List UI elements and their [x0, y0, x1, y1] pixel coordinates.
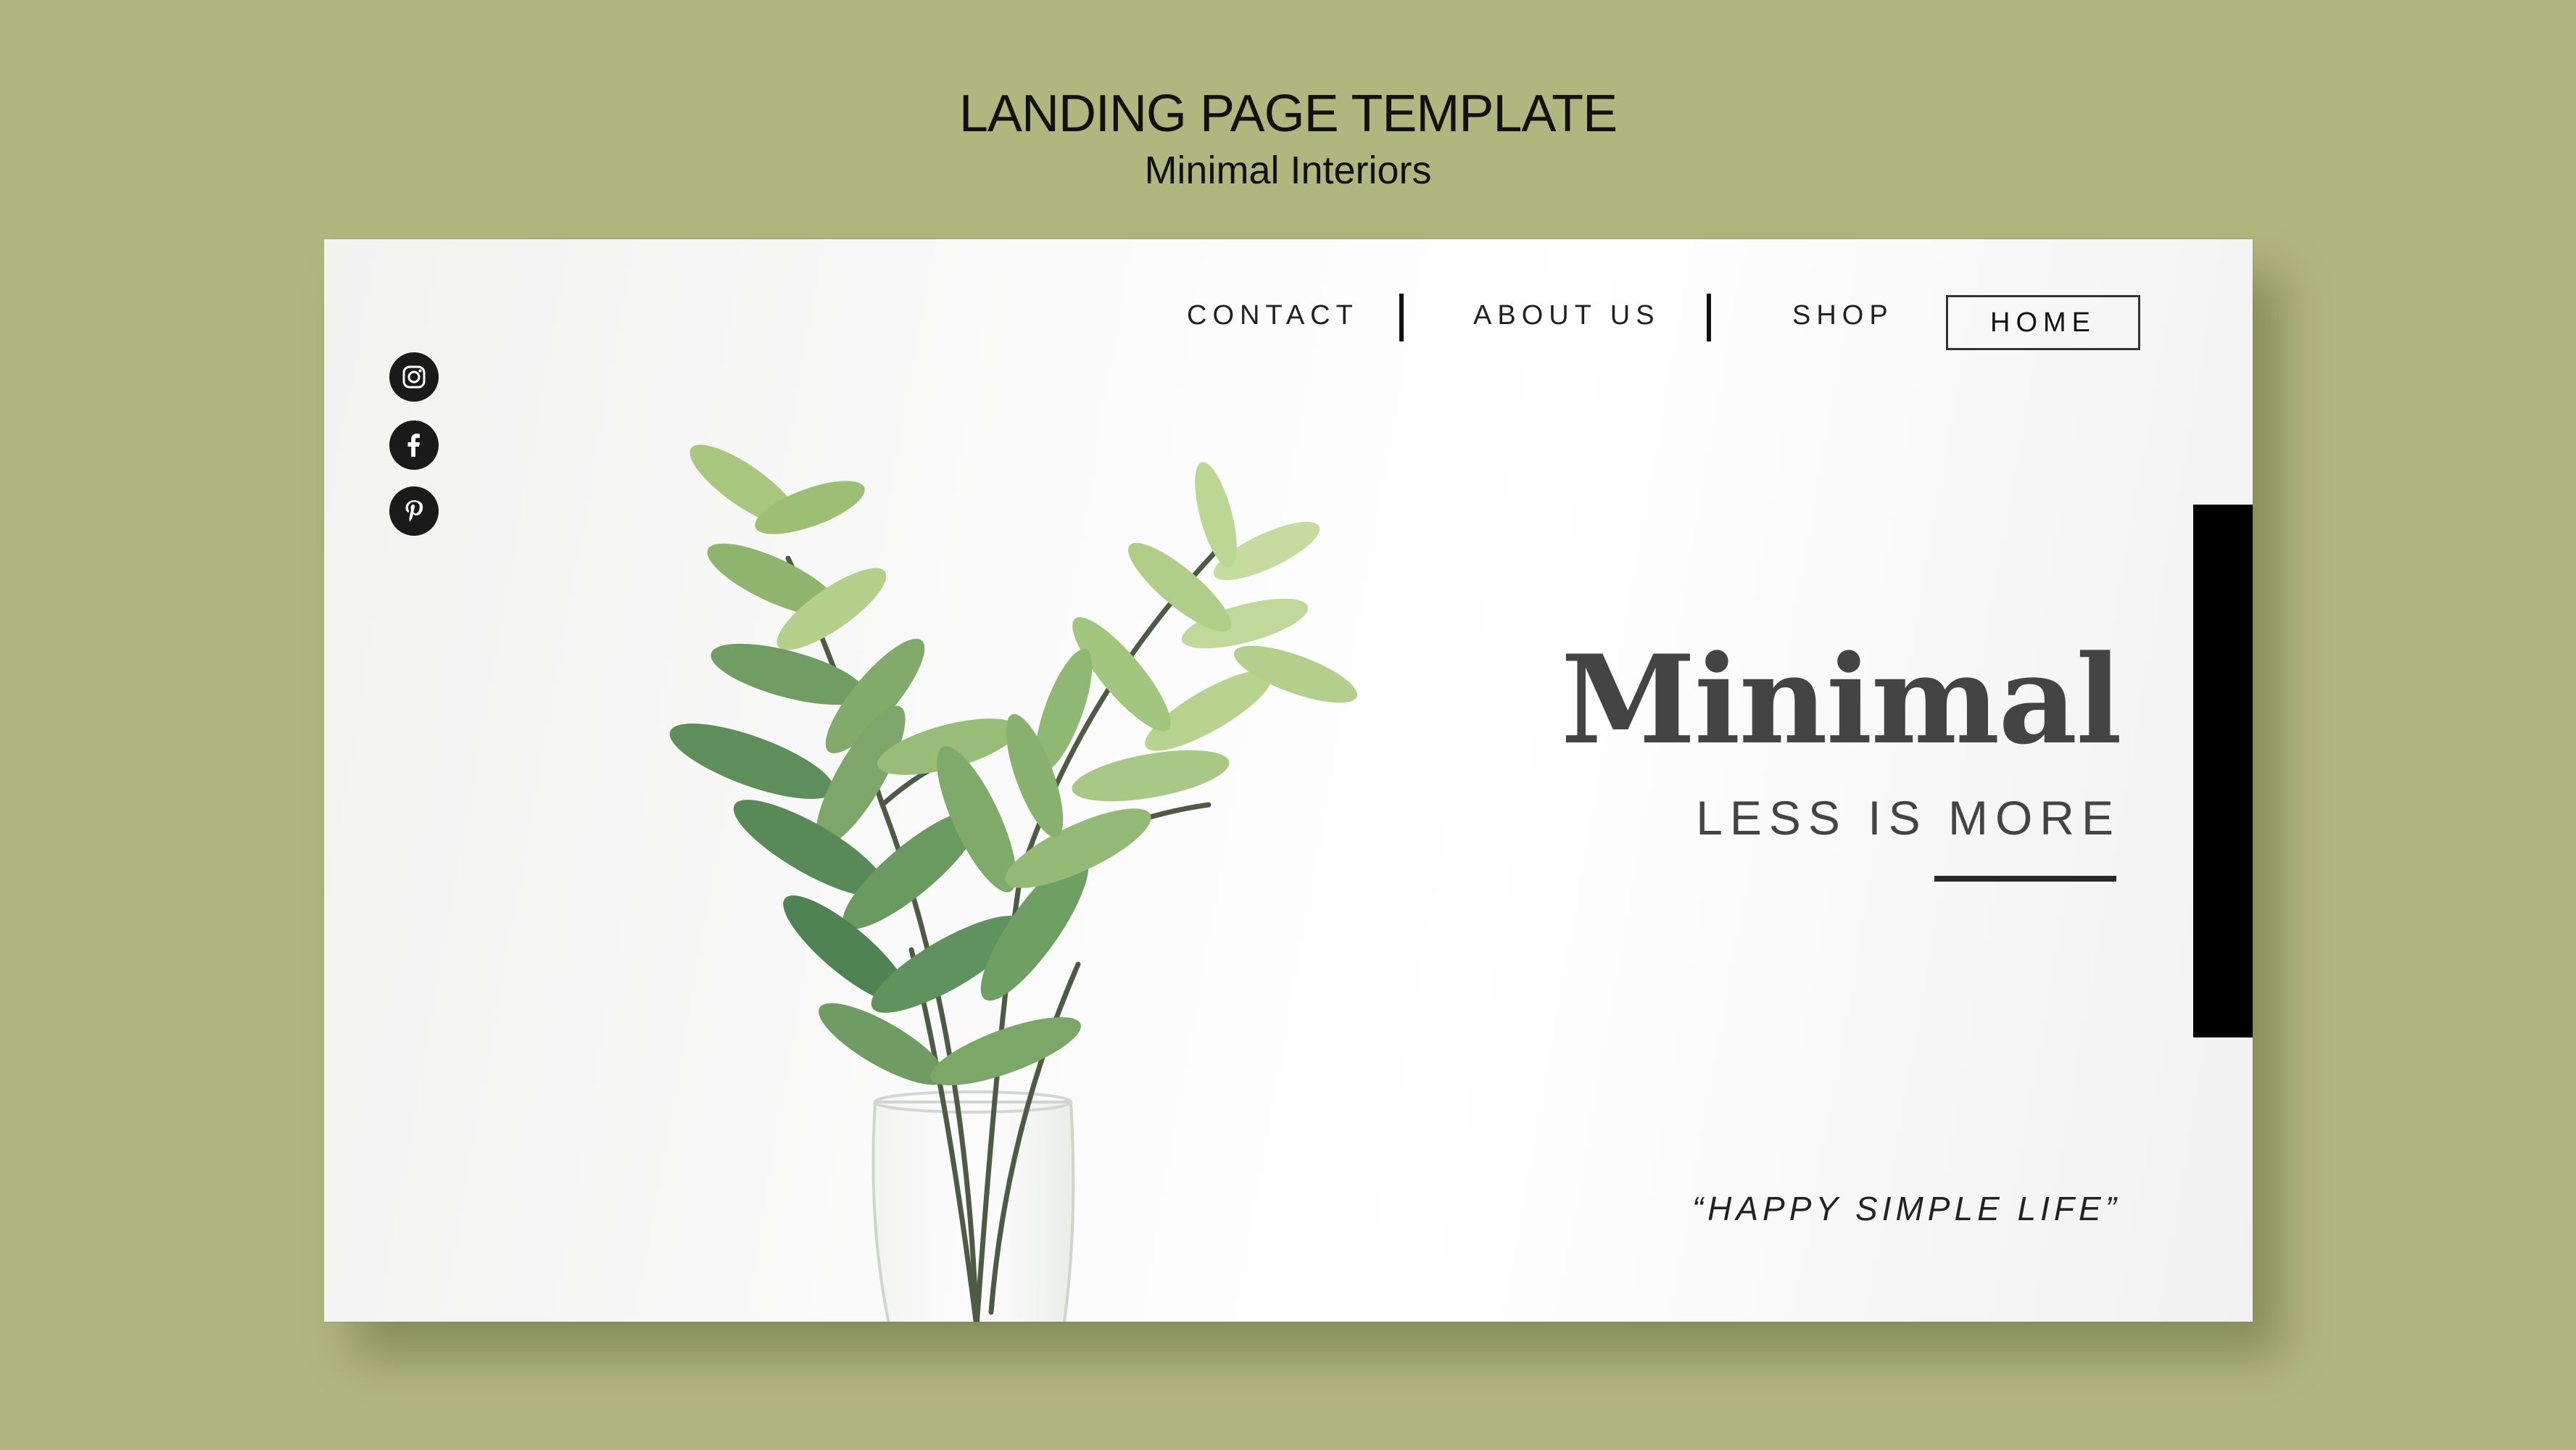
facebook-icon[interactable]: [389, 420, 439, 470]
tagline-underline: [1934, 876, 2116, 882]
landing-page-preview: CONTACT ABOUT US SHOP HOME Minimal LESS …: [324, 239, 2253, 1322]
nav-divider: [1399, 294, 1404, 341]
hero-headline: Minimal: [1560, 628, 2122, 771]
hero-tagline: LESS IS MORE: [1696, 791, 2121, 845]
accent-bar: [2193, 505, 2253, 1037]
instagram-icon[interactable]: [389, 352, 439, 402]
template-title: LANDING PAGE TEMPLATE: [958, 85, 1618, 143]
template-subtitle: Minimal Interiors: [1144, 149, 1432, 192]
hero-quote: “HAPPY SIMPLE LIFE”: [1691, 1190, 2121, 1227]
nav-shop[interactable]: SHOP: [1792, 297, 1894, 334]
nav-divider: [1707, 294, 1711, 341]
nav-about-us[interactable]: ABOUT US: [1473, 297, 1660, 334]
pinterest-icon[interactable]: [389, 486, 439, 536]
nav-contact[interactable]: CONTACT: [1187, 297, 1359, 334]
nav-home-button[interactable]: HOME: [1946, 295, 2140, 350]
plant-vase-image: [669, 444, 1358, 1322]
template-header: LANDING PAGE TEMPLATE Minimal Interiors: [0, 81, 2576, 194]
